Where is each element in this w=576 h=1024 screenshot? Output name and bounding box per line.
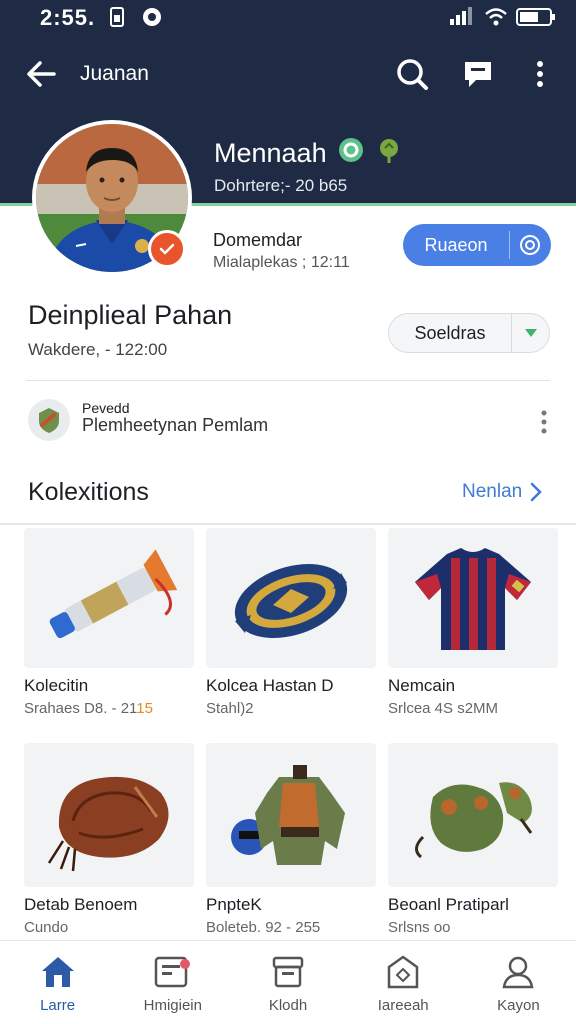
chevron-right-icon (530, 482, 542, 502)
notification-avatar-icon (28, 399, 70, 441)
nav-item-schedule[interactable]: Hmigiein (115, 941, 230, 1024)
status-time: 2:55. (40, 5, 96, 30)
wifi-icon (484, 7, 508, 32)
status-bar: 2:55. (0, 0, 576, 34)
leaf-badge-icon (375, 136, 403, 171)
owner-name: Domemdar (213, 230, 303, 250)
notification-text[interactable]: Plemheetynan Pemlam (82, 415, 268, 436)
sim-icon (110, 7, 124, 32)
nav-item-archive[interactable]: Klodh (230, 941, 345, 1024)
profile-name: Mennaah (214, 138, 327, 168)
search-icon[interactable] (394, 56, 430, 92)
nav-item-profile[interactable]: Kayon (461, 941, 576, 1024)
collection-card[interactable]: Nemcain Srlcea 4S s2MM (388, 528, 558, 717)
more-vertical-icon[interactable] (522, 56, 558, 92)
nav-item-label: Hmigiein (143, 997, 202, 1014)
baseball-glove-illustration-icon (24, 743, 194, 887)
app-bar-title: Juanan (80, 62, 149, 85)
collection-card-title: Detab Benoem (24, 895, 138, 914)
jersey-illustration-icon (388, 528, 558, 668)
bottom-navigation: Larre Hmigiein Klodh Iareeah Kayon (0, 940, 576, 1024)
caret-down-icon[interactable] (512, 327, 549, 339)
section-divider (26, 380, 550, 381)
sort-dropdown-label: Soeldras (414, 322, 486, 343)
collection-card-subtitle: Srlsns oo (388, 919, 451, 936)
collection-card-title: Kolecitin (24, 676, 89, 695)
collection-card[interactable]: Kolcea Hastan D Stahl)2 (206, 528, 376, 717)
collection-card[interactable]: Detab Benoem Cundo (24, 743, 194, 936)
profile-subheading: Dohrtere;- 20 b65 (214, 176, 348, 195)
collection-card-subtitle: Boleteb. 92 - 255 (206, 919, 321, 936)
emblem-badge-illustration-icon (206, 528, 376, 668)
nav-item-label: Kayon (497, 997, 540, 1014)
notification-more-icon[interactable] (532, 408, 556, 436)
collection-card-title: Nemcain (388, 676, 456, 695)
calendar-card-icon (154, 956, 190, 988)
chat-icon[interactable] (460, 56, 496, 92)
nav-item-label: Klodh (268, 997, 308, 1014)
collection-card-subtitle: Stahl)2 (206, 700, 254, 717)
nav-item-label: Larre (40, 997, 76, 1014)
collections-see-all-label: Nenlan (462, 481, 523, 502)
person-icon (502, 956, 534, 989)
collections-title: Kolexitions (28, 478, 149, 506)
section-title: Deinplieal Pahan (28, 300, 233, 330)
back-arrow-icon[interactable] (22, 54, 62, 94)
collections-divider (0, 523, 576, 525)
follow-option-icon[interactable] (510, 234, 550, 256)
nav-item-map[interactable]: Iareeah (346, 941, 461, 1024)
collections-see-all-link[interactable]: Nenlan (462, 481, 542, 503)
armored-gloves-illustration-icon (388, 743, 558, 887)
verified-badge (148, 230, 186, 268)
collection-card[interactable]: Beoanl Pratiparl Srlsns oo (388, 743, 558, 936)
owner-meta: Mialaplekas ; 12:11 (213, 254, 350, 271)
bottle-illustration-icon (24, 528, 194, 668)
map-icon (387, 955, 419, 989)
collection-card-title: Beoanl Pratiparl (388, 895, 509, 914)
notification-dot-icon (142, 7, 162, 32)
status-ring-icon (337, 136, 365, 171)
collection-card[interactable]: PnpteK Boleteb. 92 - 255 (206, 743, 376, 936)
home-icon (41, 957, 74, 987)
sort-dropdown[interactable]: Soeldras (388, 313, 550, 353)
armor-illustration-icon (206, 743, 376, 887)
notification-label: Pevedd (82, 400, 130, 416)
collection-card-subtitle: Srahaes D8. - 2115 (24, 700, 153, 717)
collection-card-title: PnpteK (206, 895, 262, 914)
nav-item-home[interactable]: Larre (0, 941, 115, 1024)
battery-icon (516, 7, 556, 32)
collection-card[interactable]: Kolecitin Srahaes D8. - 2115 (24, 528, 194, 717)
app-bar: Juanan (0, 48, 576, 100)
follow-button-label: Ruaeon (424, 234, 488, 255)
nav-item-label: Iareeah (377, 997, 429, 1014)
collection-card-title: Kolcea Hastan D (206, 676, 334, 695)
profile-name-row: Mennaah (214, 136, 403, 171)
signal-icon (450, 7, 472, 30)
archive-icon (272, 956, 304, 988)
follow-button[interactable]: Ruaeon (403, 224, 551, 266)
collection-card-subtitle: Cundo (24, 919, 69, 936)
section-subtitle: Wakdere, - 122:00 (28, 340, 168, 359)
collection-card-subtitle: Srlcea 4S s2MM (388, 700, 499, 717)
